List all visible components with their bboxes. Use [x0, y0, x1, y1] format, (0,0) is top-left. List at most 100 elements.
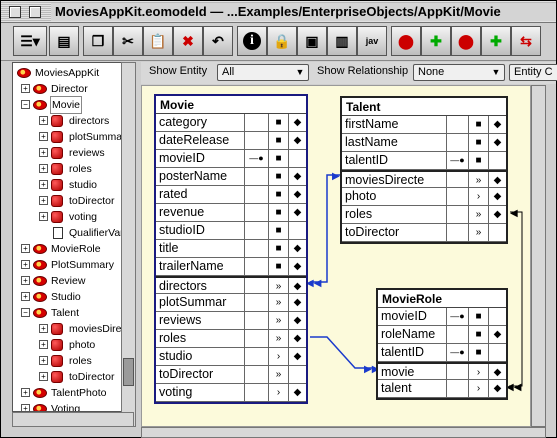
- model-button[interactable]: ▥: [327, 26, 357, 56]
- browser-view-button[interactable]: ▤: [49, 26, 79, 56]
- disclosure-triangle-icon[interactable]: +: [39, 340, 48, 349]
- tree-item-movierole[interactable]: + MovieRole: [13, 241, 133, 257]
- tree-item-talent[interactable]: − Talent: [13, 305, 133, 321]
- tree-root[interactable]: MoviesAppKit: [15, 65, 133, 81]
- inspector-button[interactable]: i: [237, 26, 267, 56]
- disclosure-triangle-icon[interactable]: +: [21, 292, 30, 301]
- disclosure-triangle-icon[interactable]: +: [39, 324, 48, 333]
- movie-entity[interactable]: Movie category ■ ◆ dateRelease ■ ◆ movieID —● ■ p…: [154, 94, 308, 404]
- tree-item-studio[interactable]: + studio: [13, 177, 133, 193]
- close-box[interactable]: [9, 6, 21, 18]
- tree-item-qualifiervar[interactable]: QualifierVar: [13, 225, 133, 241]
- disclosure-triangle-icon[interactable]: +: [21, 276, 30, 285]
- tree-item-moviesdirected[interactable]: +moviesDirected: [13, 321, 133, 337]
- disclosure-triangle-icon[interactable]: +: [39, 212, 48, 221]
- show-entity-select[interactable]: All ▼: [217, 64, 309, 81]
- flatten-button[interactable]: ⇆: [511, 26, 541, 56]
- attribute-row[interactable]: trailerName ■ ◆: [156, 258, 306, 276]
- attribute-row[interactable]: studio › ◆: [156, 348, 306, 366]
- attribute-row[interactable]: rated ■ ◆: [156, 186, 306, 204]
- add-fetch-button[interactable]: ✚: [481, 26, 511, 56]
- tree-item-director[interactable]: + Director: [13, 81, 133, 97]
- attribute-row[interactable]: plotSummar » ◆: [156, 294, 306, 312]
- attribute-row[interactable]: directors » ◆: [156, 276, 306, 295]
- attribute-row[interactable]: studioID ■: [156, 222, 306, 240]
- attribute-row[interactable]: movieID —● ■: [378, 308, 506, 326]
- disclosure-triangle-icon[interactable]: +: [39, 356, 48, 365]
- attribute-row[interactable]: photo › ◆: [342, 188, 506, 206]
- tree-item-talentphoto[interactable]: + TalentPhoto: [13, 385, 133, 401]
- add-entity-button[interactable]: ⬤: [391, 26, 421, 56]
- attribute-row[interactable]: toDirector »: [342, 224, 506, 242]
- disclosure-triangle-icon[interactable]: +: [21, 244, 30, 253]
- undo-button[interactable]: ↶: [203, 26, 233, 56]
- collapse-box[interactable]: [29, 6, 41, 18]
- entity-select[interactable]: Entity C: [509, 64, 557, 81]
- delete-button[interactable]: ✖: [173, 26, 203, 56]
- copy-button[interactable]: ❐: [83, 26, 113, 56]
- tree-item-plotsummary[interactable]: + plotSummary: [13, 129, 133, 145]
- attribute-row[interactable]: roles » ◆: [342, 206, 506, 224]
- tree-item-directors[interactable]: + directors: [13, 113, 133, 129]
- paste-button[interactable]: 📋: [143, 26, 173, 56]
- tree-item-roles[interactable]: + roles: [13, 161, 133, 177]
- show-relationship-select[interactable]: None ▼: [413, 64, 505, 81]
- lock-button[interactable]: 🔒: [267, 26, 297, 56]
- attribute-row[interactable]: movieID —● ■: [156, 150, 306, 168]
- attribute-row[interactable]: roleName ■ ◆: [378, 326, 506, 344]
- talent-entity[interactable]: Talent firstName ■ ◆ lastName ■ ◆ talentID —● ■ m…: [340, 96, 508, 244]
- disclosure-triangle-icon[interactable]: −: [21, 308, 30, 317]
- disclosure-triangle-icon[interactable]: +: [21, 260, 30, 269]
- tree-item-voting[interactable]: + Voting: [13, 401, 133, 411]
- attribute-row[interactable]: firstName ■ ◆: [342, 116, 506, 134]
- tree-item-voting[interactable]: + voting: [13, 209, 133, 225]
- attribute-row[interactable]: lastName ■ ◆: [342, 134, 506, 152]
- disclosure-triangle-icon[interactable]: +: [39, 116, 48, 125]
- attribute-row[interactable]: movie › ◆: [378, 362, 506, 381]
- disclosure-triangle-icon[interactable]: +: [39, 180, 48, 189]
- disclosure-triangle-icon[interactable]: +: [21, 388, 30, 397]
- disclosure-triangle-icon[interactable]: +: [39, 148, 48, 157]
- movierole-entity[interactable]: MovieRole movieID —● ■ roleName ■ ◆ talentID —●…: [376, 288, 508, 400]
- disclosure-triangle-icon[interactable]: +: [39, 164, 48, 173]
- attribute-row[interactable]: talent › ◆: [378, 380, 506, 398]
- attribute-row[interactable]: voting › ◆: [156, 384, 306, 402]
- tree-item-review[interactable]: + Review: [13, 273, 133, 289]
- tree-item-movie[interactable]: − Movie: [13, 96, 133, 114]
- tree-item-todirector[interactable]: + toDirector: [13, 369, 133, 385]
- disclosure-triangle-icon[interactable]: +: [39, 196, 48, 205]
- outline-view-button[interactable]: ☰▾: [13, 26, 47, 56]
- add-relationship-button[interactable]: ⬤: [451, 26, 481, 56]
- attribute-row[interactable]: dateRelease ■ ◆: [156, 132, 306, 150]
- attribute-row[interactable]: talentID —● ■: [378, 344, 506, 362]
- attribute-row[interactable]: toDirector »: [156, 366, 306, 384]
- title-bar[interactable]: MoviesAppKit.eomodeld — ...Examples/Ente…: [1, 1, 556, 23]
- tree-scrollbar[interactable]: [121, 62, 136, 427]
- diagram-hscrollbar[interactable]: [141, 427, 546, 438]
- disclosure-triangle-icon[interactable]: +: [39, 372, 48, 381]
- tree-scroll-thumb[interactable]: [123, 358, 134, 386]
- disclosure-triangle-icon[interactable]: +: [39, 132, 48, 141]
- generate-sql-button[interactable]: ▣: [297, 26, 327, 56]
- attribute-row[interactable]: title ■ ◆: [156, 240, 306, 258]
- javadoc-button[interactable]: jav: [357, 26, 387, 56]
- disclosure-triangle-icon[interactable]: +: [21, 404, 30, 411]
- tree-item-studio[interactable]: + Studio: [13, 289, 133, 305]
- attribute-row[interactable]: roles » ◆: [156, 330, 306, 348]
- tree-item-photo[interactable]: + photo: [13, 337, 133, 353]
- cut-button[interactable]: ✂: [113, 26, 143, 56]
- attribute-row[interactable]: category ■ ◆: [156, 114, 306, 132]
- add-attribute-button[interactable]: ✚: [421, 26, 451, 56]
- disclosure-triangle-icon[interactable]: −: [21, 100, 30, 109]
- attribute-row[interactable]: talentID —● ■: [342, 152, 506, 170]
- tree-item-reviews[interactable]: + reviews: [13, 145, 133, 161]
- model-tree[interactable]: MoviesAppKit + Director − Movie + directors + pl…: [12, 62, 134, 412]
- tree-hscrollbar[interactable]: [12, 412, 134, 427]
- entity-diagram[interactable]: ◀◀ ▶ ▶▶ ◀◀ ◀ Movie category ■ ◆ dateRelease…: [141, 85, 531, 427]
- tree-item-todirector[interactable]: + toDirector: [13, 193, 133, 209]
- diagram-vscrollbar[interactable]: [531, 85, 546, 427]
- attribute-row[interactable]: moviesDirecte » ◆: [342, 170, 506, 189]
- tree-item-plotsummary[interactable]: + PlotSummary: [13, 257, 133, 273]
- disclosure-triangle-icon[interactable]: +: [21, 84, 30, 93]
- attribute-row[interactable]: posterName ■ ◆: [156, 168, 306, 186]
